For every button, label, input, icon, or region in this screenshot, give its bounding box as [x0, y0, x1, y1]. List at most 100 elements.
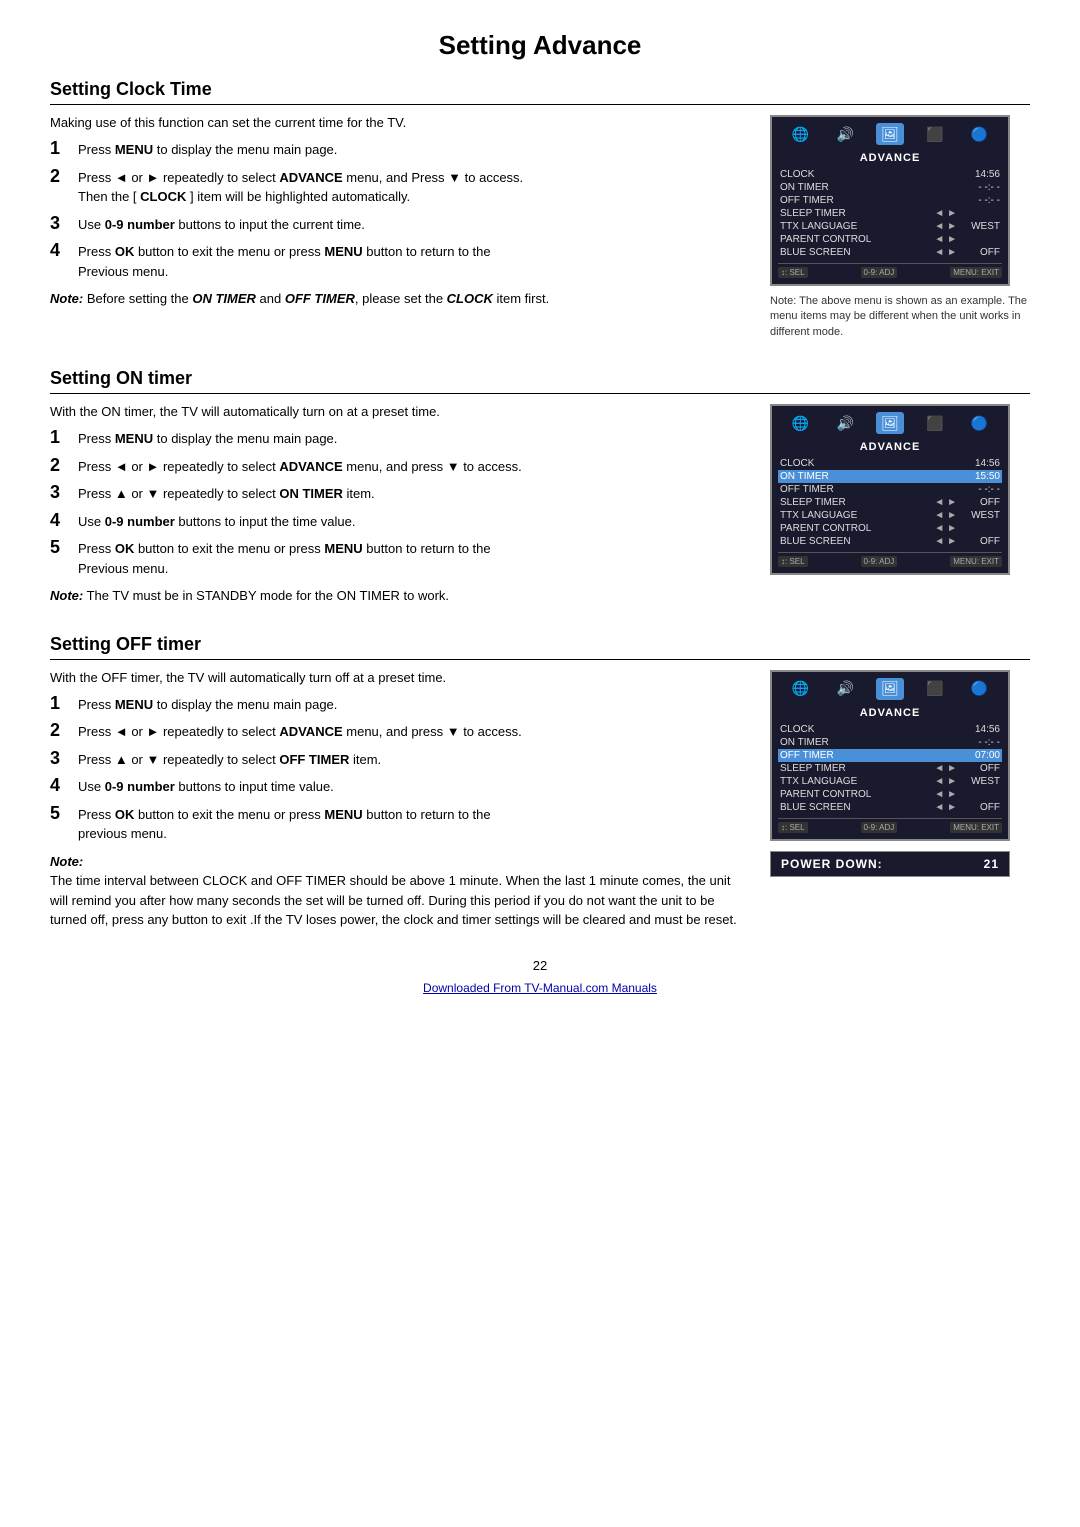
step-number: 1 — [50, 693, 78, 714]
menu-row: ON TIMER- -:- - — [778, 736, 1002, 749]
step-off_timer-5: 5Press OK button to exit the menu or pre… — [50, 805, 750, 844]
section-intro-clock: Making use of this function can set the … — [50, 115, 750, 130]
step-number: 4 — [50, 240, 78, 261]
section-clock: Setting Clock Time Making use of this fun… — [50, 79, 1030, 340]
image-area-off_timer: 🌐🔊🖼⬛🔵ADVANCECLOCK14:56ON TIMER- -:- -OFF… — [770, 670, 1030, 930]
step-off_timer-4: 4Use 0-9 number buttons to input time va… — [50, 777, 750, 797]
menu-row: PARENT CONTROL◄ ► — [778, 788, 1002, 801]
tv-menu-off_timer: 🌐🔊🖼⬛🔵ADVANCECLOCK14:56ON TIMER- -:- -OFF… — [770, 670, 1010, 841]
step-clock-4: 4Press OK button to exit the menu or pre… — [50, 242, 750, 281]
power-down-value: 21 — [984, 857, 999, 871]
menu-icon: 🖼 — [876, 123, 904, 145]
menu-footer: ↕: SEL0-9: ADJMENU: EXIT — [778, 818, 1002, 833]
section-heading-off_timer: Setting OFF timer — [50, 634, 1030, 660]
menu-row: SLEEP TIMER◄ ►OFF — [778, 762, 1002, 775]
step-number: 3 — [50, 748, 78, 769]
step-text: Press OK button to exit the menu or pres… — [78, 539, 491, 578]
step-number: 2 — [50, 166, 78, 187]
page-title: Setting Advance — [50, 30, 1030, 61]
menu-row: BLUE SCREEN◄ ►OFF — [778, 246, 1002, 259]
step-text: Use 0-9 number buttons to input the curr… — [78, 215, 365, 235]
step-text: Use 0-9 number buttons to input the time… — [78, 512, 355, 532]
step-number: 4 — [50, 775, 78, 796]
step-number: 1 — [50, 138, 78, 159]
menu-row: OFF TIMER07:00 — [778, 749, 1002, 762]
menu-icon: ⬛ — [921, 678, 949, 700]
step-number: 3 — [50, 213, 78, 234]
step-text: Press ◄ or ► repeatedly to select ADVANC… — [78, 722, 522, 742]
menu-row: ON TIMER- -:- - — [778, 181, 1002, 194]
menu-row: BLUE SCREEN◄ ►OFF — [778, 535, 1002, 548]
menu-icon: 🌐 — [786, 123, 814, 145]
menu-row: OFF TIMER- -:- - — [778, 483, 1002, 496]
step-off_timer-1: 1Press MENU to display the menu main pag… — [50, 695, 750, 715]
power-down-label: POWER DOWN: — [781, 857, 883, 871]
step-on_timer-5: 5Press OK button to exit the menu or pre… — [50, 539, 750, 578]
step-clock-2: 2Press ◄ or ► repeatedly to select ADVAN… — [50, 168, 750, 207]
menu-icon: ⬛ — [921, 123, 949, 145]
step-on_timer-3: 3Press ▲ or ▼ repeatedly to select ON TI… — [50, 484, 750, 504]
section-intro-off_timer: With the OFF timer, the TV will automati… — [50, 670, 750, 685]
menu-title: ADVANCE — [778, 441, 1002, 453]
section-intro-on_timer: With the ON timer, the TV will automatic… — [50, 404, 750, 419]
menu-icon: ⬛ — [921, 412, 949, 434]
menu-icon: 🖼 — [876, 678, 904, 700]
section-heading-on_timer: Setting ON timer — [50, 368, 1030, 394]
menu-row: ON TIMER15:50 — [778, 470, 1002, 483]
step-text: Press ▲ or ▼ repeatedly to select ON TIM… — [78, 484, 375, 504]
step-off_timer-3: 3Press ▲ or ▼ repeatedly to select OFF T… — [50, 750, 750, 770]
menu-row: SLEEP TIMER◄ ►OFF — [778, 496, 1002, 509]
step-text: Press ▲ or ▼ repeatedly to select OFF TI… — [78, 750, 381, 770]
step-number: 5 — [50, 803, 78, 824]
step-text: Press ◄ or ► repeatedly to select ADVANC… — [78, 457, 522, 477]
menu-icon: 🔊 — [831, 412, 859, 434]
step-number: 1 — [50, 427, 78, 448]
tv-menu-clock: 🌐🔊🖼⬛🔵ADVANCECLOCK14:56ON TIMER- -:- -OFF… — [770, 115, 1010, 286]
menu-icon: 🌐 — [786, 678, 814, 700]
step-text: Press MENU to display the menu main page… — [78, 429, 337, 449]
menu-icon: 🔊 — [831, 678, 859, 700]
step-number: 2 — [50, 455, 78, 476]
step-clock-1: 1Press MENU to display the menu main pag… — [50, 140, 750, 160]
power-down-box: POWER DOWN: 21 — [770, 851, 1010, 877]
tv-menu-on_timer: 🌐🔊🖼⬛🔵ADVANCECLOCK14:56ON TIMER15:50OFF T… — [770, 404, 1010, 575]
step-text: Press OK button to exit the menu or pres… — [78, 242, 491, 281]
step-clock-3: 3Use 0-9 number buttons to input the cur… — [50, 215, 750, 235]
page-number: 22 — [50, 958, 1030, 973]
step-on_timer-1: 1Press MENU to display the menu main pag… — [50, 429, 750, 449]
menu-row: CLOCK14:56 — [778, 168, 1002, 181]
step-number: 3 — [50, 482, 78, 503]
menu-row: CLOCK14:56 — [778, 457, 1002, 470]
section-note-on_timer: Note: The TV must be in STANDBY mode for… — [50, 586, 750, 606]
menu-row: TTX LANGUAGE◄ ►WEST — [778, 775, 1002, 788]
menu-icon: 🔵 — [966, 678, 994, 700]
footer-link[interactable]: Downloaded From TV-Manual.com Manuals — [50, 981, 1030, 995]
section-heading-clock: Setting Clock Time — [50, 79, 1030, 105]
image-area-clock: 🌐🔊🖼⬛🔵ADVANCECLOCK14:56ON TIMER- -:- -OFF… — [770, 115, 1030, 340]
image-area-on_timer: 🌐🔊🖼⬛🔵ADVANCECLOCK14:56ON TIMER15:50OFF T… — [770, 404, 1030, 606]
menu-footer: ↕: SEL0-9: ADJMENU: EXIT — [778, 552, 1002, 567]
section-note-clock: Note: Before setting the ON TIMER and OF… — [50, 289, 750, 309]
step-on_timer-2: 2Press ◄ or ► repeatedly to select ADVAN… — [50, 457, 750, 477]
step-number: 4 — [50, 510, 78, 531]
menu-icon: 🔊 — [831, 123, 859, 145]
step-number: 5 — [50, 537, 78, 558]
step-off_timer-2: 2Press ◄ or ► repeatedly to select ADVAN… — [50, 722, 750, 742]
menu-row: TTX LANGUAGE◄ ►WEST — [778, 220, 1002, 233]
menu-footer: ↕: SEL0-9: ADJMENU: EXIT — [778, 263, 1002, 278]
menu-title: ADVANCE — [778, 707, 1002, 719]
section-on_timer: Setting ON timer With the ON timer, the T… — [50, 368, 1030, 606]
step-text: Use 0-9 number buttons to input time val… — [78, 777, 334, 797]
step-text: Press MENU to display the menu main page… — [78, 695, 337, 715]
step-number: 2 — [50, 720, 78, 741]
menu-row: SLEEP TIMER◄ ► — [778, 207, 1002, 220]
step-text: Press ◄ or ► repeatedly to select ADVANC… — [78, 168, 523, 207]
menu-row: OFF TIMER- -:- - — [778, 194, 1002, 207]
menu-title: ADVANCE — [778, 152, 1002, 164]
image-note-clock: Note: The above menu is shown as an exam… — [770, 294, 1030, 340]
menu-row: BLUE SCREEN◄ ►OFF — [778, 801, 1002, 814]
menu-icon: 🌐 — [786, 412, 814, 434]
section-off_timer: Setting OFF timer With the OFF timer, the… — [50, 634, 1030, 930]
menu-icon: 🖼 — [876, 412, 904, 434]
section-note-off_timer: Note:The time interval between CLOCK and… — [50, 852, 750, 930]
